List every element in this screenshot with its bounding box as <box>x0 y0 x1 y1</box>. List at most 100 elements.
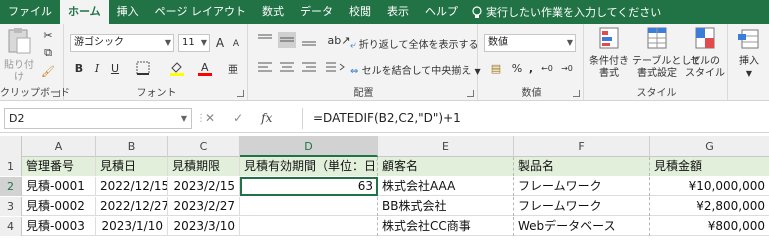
formula-buttons: ✕ ✓ fx <box>205 111 272 125</box>
grow-font-icon[interactable]: A <box>214 36 226 50</box>
row-header[interactable]: 3 <box>0 197 22 216</box>
cancel-icon[interactable]: ✕ <box>205 111 215 125</box>
italic-button[interactable]: I <box>90 60 104 76</box>
font-launcher-icon[interactable] <box>237 90 244 97</box>
column-header-b[interactable]: B <box>96 136 168 157</box>
tab-data[interactable]: データ <box>292 0 341 24</box>
currency-icon[interactable]: ▤ <box>486 60 506 76</box>
paste-label: 貼り付け <box>4 60 34 83</box>
cell-f2[interactable]: フレームワーク <box>514 177 650 196</box>
cut-icon[interactable]: ✂ <box>40 28 56 42</box>
cell-f3[interactable]: フレームワーク <box>514 197 650 216</box>
font-size-select[interactable]: 11 ▼ <box>178 34 210 52</box>
tab-home[interactable]: ホーム <box>60 0 109 24</box>
orientation-icon[interactable]: ab↗ <box>328 32 351 48</box>
bold-button[interactable]: B <box>72 60 86 76</box>
row-header[interactable]: 4 <box>0 217 22 236</box>
cell-b1[interactable]: 見積日 <box>96 157 168 176</box>
cell-d1[interactable]: 見積有効期間（単位：日） <box>240 157 378 176</box>
copy-icon[interactable]: ⧉ <box>40 46 56 60</box>
paste-button[interactable]: 貼り付け <box>2 26 36 84</box>
cell-d3[interactable] <box>240 197 378 216</box>
cell-a2[interactable]: 見積-0001 <box>22 177 96 196</box>
group-font: 游ゴシック ▼ 11 ▼ A A B I U A 亜 フォント <box>66 24 248 101</box>
wrap-text-button[interactable]: ⤶ 折り返して全体を表示する <box>350 36 479 51</box>
cell-f1[interactable]: 製品名 <box>514 157 650 176</box>
tab-file[interactable]: ファイル <box>0 0 60 24</box>
underline-button[interactable]: U <box>108 60 122 76</box>
cell-g3[interactable]: ¥2,800,000 <box>650 197 769 216</box>
cell-a1[interactable]: 管理番号 <box>22 157 96 176</box>
formula-input[interactable]: =DATEDIF(B2,C2,"D")+1 <box>302 108 765 129</box>
column-header-c[interactable]: C <box>168 136 240 157</box>
cell-a3[interactable]: 見積-0002 <box>22 197 96 216</box>
column-header-e[interactable]: E <box>378 136 514 157</box>
conditional-format-icon <box>599 27 619 49</box>
decrease-decimal-icon[interactable]: →0 <box>558 60 576 76</box>
cell-c3[interactable]: 2023/2/27 <box>168 197 240 216</box>
tab-view[interactable]: 表示 <box>379 0 417 24</box>
font-name-select[interactable]: 游ゴシック ▼ <box>70 34 174 52</box>
cell-g2[interactable]: ¥10,000,000 <box>650 177 769 196</box>
increase-decimal-icon[interactable]: ←0 <box>538 60 556 76</box>
column-header-f[interactable]: F <box>514 136 650 157</box>
cell-e1[interactable]: 顧客名 <box>378 157 514 176</box>
tab-review[interactable]: 校閲 <box>341 0 379 24</box>
font-color-icon[interactable]: A <box>194 60 216 76</box>
vertical-align-icons[interactable] <box>256 32 326 48</box>
percent-button[interactable]: % <box>510 60 524 76</box>
cell-e3[interactable]: BB株式会社 <box>378 197 514 216</box>
cell-b4[interactable]: 2023/1/10 <box>96 217 168 236</box>
cell-f4[interactable]: Webデータベース <box>514 217 650 236</box>
svg-text:A: A <box>201 61 209 74</box>
insert-function-icon[interactable]: fx <box>261 111 272 125</box>
column-header-g[interactable]: G <box>650 136 769 157</box>
clipboard-launcher-icon[interactable] <box>53 90 60 97</box>
format-as-table-button[interactable]: テーブルとして 書式設定 <box>632 26 701 80</box>
cell-c2[interactable]: 2023/2/15 <box>168 177 240 196</box>
cell-d4[interactable] <box>240 217 378 236</box>
select-all-corner[interactable] <box>0 136 22 157</box>
shrink-font-icon[interactable]: A <box>230 37 242 51</box>
phonetic-icon[interactable]: 亜 <box>224 60 242 76</box>
alignment-launcher-icon[interactable] <box>467 90 474 97</box>
number-format-select[interactable]: 数値 ▼ <box>484 34 576 52</box>
cell-styles-button[interactable]: セルの スタイル <box>684 26 726 80</box>
tell-me-search[interactable]: 実行したい作業を入力してください <box>466 4 661 20</box>
enter-icon[interactable]: ✓ <box>233 111 243 125</box>
merge-center-button[interactable]: ⇔ セルを結合して中央揃え ▼ <box>350 62 481 77</box>
tab-formulas[interactable]: 数式 <box>254 0 292 24</box>
name-box[interactable]: D2 ▼ <box>4 108 192 129</box>
row-header[interactable]: 2 <box>0 177 22 196</box>
number-launcher-icon[interactable] <box>573 90 580 97</box>
column-header-d[interactable]: D <box>240 136 378 157</box>
group-number: 数値 ▼ ▤ % , ←0 →0 数値 <box>480 24 584 101</box>
comma-button[interactable]: , <box>526 60 536 76</box>
styles-group-label: スタイル <box>636 88 677 99</box>
cell-a4[interactable]: 見積-0003 <box>22 217 96 236</box>
conditional-format-button[interactable]: 条件付き 書式 <box>588 26 630 80</box>
insert-cells-button[interactable]: 挿入 ▼ <box>732 26 766 80</box>
cell-e2[interactable]: 株式会社AAA <box>378 177 514 196</box>
cell-c4[interactable]: 2023/3/10 <box>168 217 240 236</box>
cell-d2[interactable]: 63 <box>240 177 378 196</box>
chevron-down-icon: ▼ <box>164 38 171 47</box>
chevron-down-icon: ▼ <box>745 69 753 78</box>
cell-b2[interactable]: 2022/12/15 <box>96 177 168 196</box>
cell-g4[interactable]: ¥800,000 <box>650 217 769 236</box>
column-header-a[interactable]: A <box>22 136 96 157</box>
horizontal-align-icons[interactable] <box>256 60 352 76</box>
tab-page-layout[interactable]: ページ レイアウト <box>147 0 254 24</box>
name-box-value: D2 <box>9 112 25 125</box>
tab-insert[interactable]: 挿入 <box>109 0 147 24</box>
cell-b3[interactable]: 2022/12/27 <box>96 197 168 216</box>
fill-color-icon[interactable] <box>166 60 188 76</box>
cell-c1[interactable]: 見積期限 <box>168 157 240 176</box>
row-header[interactable]: 1 <box>0 157 22 176</box>
group-clipboard: 貼り付け ✂ ⧉ 🖌 クリップボード <box>0 24 70 101</box>
tab-help[interactable]: ヘルプ <box>417 0 466 24</box>
cell-g1[interactable]: 見積金額 <box>650 157 769 176</box>
borders-icon[interactable] <box>132 60 154 76</box>
format-painter-icon[interactable]: 🖌 <box>40 64 56 78</box>
cell-e4[interactable]: 株式会社CC商事 <box>378 217 514 236</box>
